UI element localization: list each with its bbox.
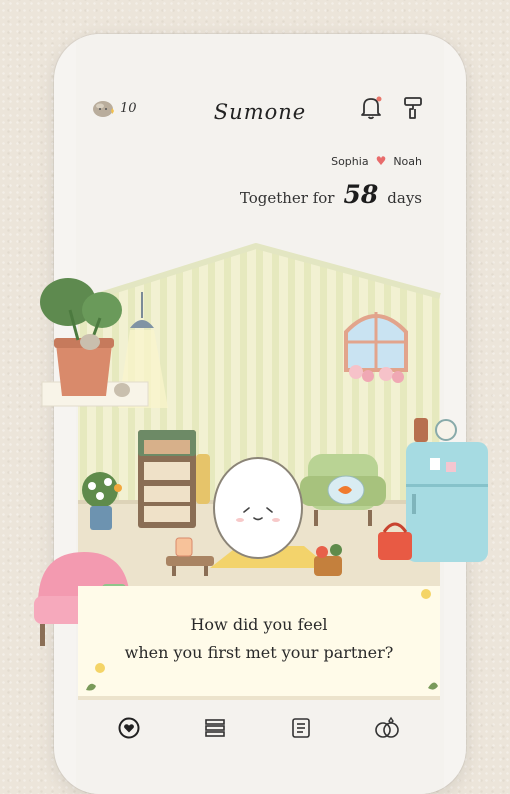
gem-count: 10 [120, 100, 137, 116]
rings-icon [375, 716, 399, 738]
nav-journal[interactable] [286, 715, 316, 741]
nav-rings[interactable] [372, 715, 402, 741]
heart-icon: ♥ [375, 154, 387, 168]
notification-button[interactable] [360, 96, 382, 124]
decorate-button[interactable] [402, 96, 424, 124]
notification-dot [376, 96, 382, 102]
question-line-1: How did you feel [190, 615, 328, 634]
paint-roller-icon [404, 97, 422, 119]
together-counter: Together for 58 days [240, 180, 422, 209]
partner-name-1: Sophia [331, 154, 369, 168]
fridge [406, 418, 488, 562]
app-logo: Sumone [213, 100, 307, 124]
home-heart-icon [118, 717, 140, 739]
couple-names: Sophia ♥ Noah [331, 154, 422, 168]
pebble-gem-icon [93, 101, 114, 117]
gem-counter[interactable]: 10 [92, 98, 137, 118]
together-label: Together for [239, 189, 335, 207]
nav-books[interactable] [200, 715, 230, 741]
question-line-2: when you first met your partner? [124, 643, 394, 662]
daily-question-card[interactable]: How did you feel when you first met your… [78, 586, 440, 704]
bell-icon [361, 96, 382, 120]
days-unit: days [387, 189, 422, 207]
bottom-nav [76, 705, 444, 750]
partner-name-2: Noah [393, 154, 422, 168]
books-icon [205, 719, 225, 737]
nav-home[interactable] [114, 715, 144, 741]
days-count: 58 [343, 180, 379, 209]
journal-icon [292, 718, 310, 738]
